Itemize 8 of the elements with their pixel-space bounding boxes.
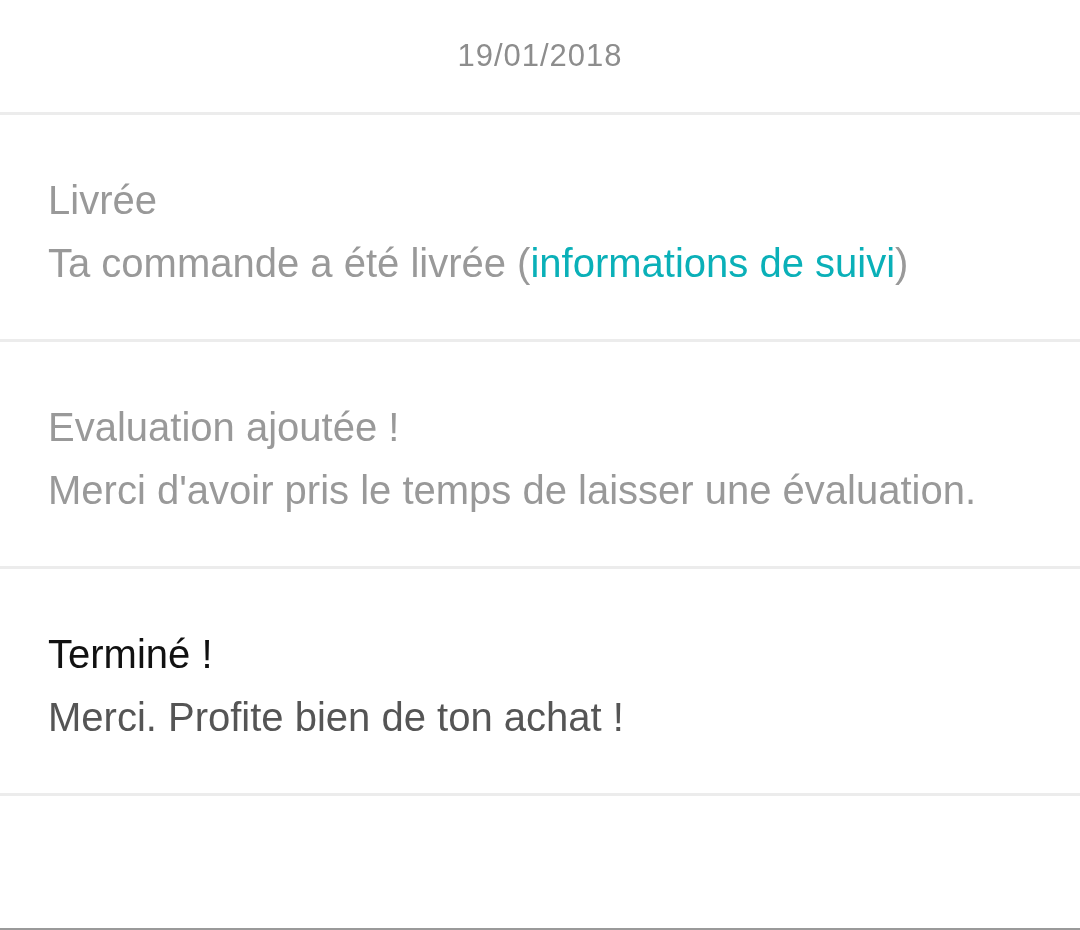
- event-title: Terminé !: [48, 631, 214, 678]
- date-label: 19/01/2018: [457, 38, 623, 74]
- event-description: Merci. Profite bien de ton achat !: [48, 694, 625, 741]
- tracking-link[interactable]: informations de suivi: [530, 241, 896, 285]
- event-title: Evaluation ajoutée !: [48, 404, 401, 451]
- event-description: Ta commande a été livrée (informations de suivi): [48, 240, 910, 287]
- event-description: Merci d'avoir pris le temps de laisser une évaluation.: [48, 467, 978, 514]
- event-title: Livrée: [48, 177, 158, 224]
